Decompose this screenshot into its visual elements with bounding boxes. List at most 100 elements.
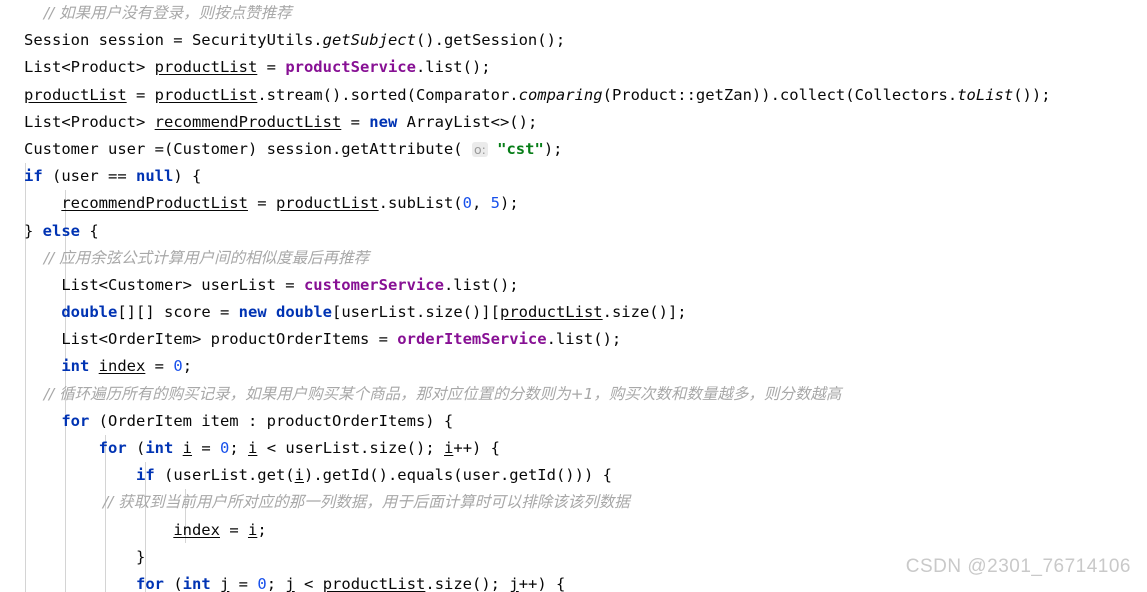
- code-line: if (userList.get(i).getId().equals(user.…: [0, 462, 1147, 489]
- keyword-token: double: [61, 303, 118, 322]
- local-var-token: i: [248, 439, 258, 457]
- keyword-token: new: [238, 303, 267, 322]
- code-line: productList = productList.stream().sorte…: [0, 82, 1147, 109]
- static-method-token: getSubject: [322, 31, 416, 50]
- keyword-token: for: [135, 574, 164, 592]
- code-token: Session session = SecurityUtils.: [24, 31, 323, 50]
- csdn-watermark: CSDN @2301_76714106: [905, 555, 1131, 577]
- code-token: ArrayList<>();: [397, 112, 538, 131]
- local-var-token: productList: [154, 58, 258, 77]
- local-var-token: productList: [275, 194, 379, 213]
- keyword-token: null: [136, 167, 174, 186]
- keyword-token: else: [42, 221, 80, 240]
- code-token: .stream().sorted(Comparator.: [257, 85, 519, 104]
- local-var-token: i: [444, 439, 454, 457]
- keyword-token: double: [276, 303, 332, 322]
- local-var-token: productList: [322, 574, 426, 592]
- static-method-token: comparing: [518, 85, 603, 104]
- comment-token: // 获取到当前用户所对应的那一列数据，用于后面计算时可以排除该该列数据: [24, 493, 630, 512]
- code-token: (OrderItem item : productOrderItems) {: [89, 411, 454, 430]
- keyword-token: for: [98, 439, 127, 457]
- keyword-token: if: [24, 167, 43, 186]
- code-token: =: [192, 439, 221, 457]
- code-token: (: [163, 574, 183, 592]
- code-token: (Product::getZan)).collect(Collectors.: [602, 85, 958, 104]
- keyword-token: int: [182, 574, 211, 592]
- local-var-token: recommendProductList: [154, 112, 342, 131]
- code-line: // 应用余弦公式计算用户间的相似度最后再推荐: [0, 245, 1147, 272]
- code-line: Session session = SecurityUtils.getSubje…: [0, 27, 1147, 54]
- number-token: 0: [173, 357, 183, 376]
- local-var-token: productList: [154, 85, 258, 104]
- number-token: 0: [257, 574, 267, 592]
- code-lines[interactable]: // 如果用户没有登录，则按点赞推荐 Session session = Sec…: [0, 0, 1147, 592]
- local-var-token: i: [247, 520, 258, 539]
- number-token: 0: [220, 439, 230, 457]
- code-editor-pane: // 如果用户没有登录，则按点赞推荐 Session session = Sec…: [0, 0, 1147, 592]
- local-var-token: index: [98, 357, 146, 376]
- code-token: .list();: [415, 58, 491, 77]
- code-token: List<Product>: [24, 58, 155, 77]
- comment-token: // 如果用户没有登录，则按点赞推荐: [24, 4, 292, 22]
- code-token: =: [145, 357, 174, 376]
- code-line: if (user == null) {: [0, 163, 1147, 190]
- comment-token: // 循环遍历所有的购买记录，如果用户购买某个商品，那对应位置的分数则为+1，购…: [24, 384, 842, 403]
- keyword-token: int: [145, 439, 174, 457]
- local-var-token: productList: [499, 303, 603, 322]
- code-line: List<Customer> userList = customerServic…: [0, 272, 1147, 299]
- code-line: // 获取到当前用户所对应的那一列数据，用于后面计算时可以排除该该列数据: [0, 489, 1147, 516]
- code-token: .list();: [443, 275, 519, 294]
- code-token: =: [257, 58, 286, 77]
- code-line: index = i;: [0, 517, 1147, 544]
- code-token: =: [229, 574, 258, 592]
- code-token: List<Product>: [24, 112, 155, 131]
- code-line: for (int i = 0; i < userList.size(); i++…: [0, 435, 1147, 462]
- code-token: =: [247, 194, 276, 213]
- code-token: <: [294, 574, 323, 592]
- local-var-token: i: [182, 439, 193, 457]
- code-token: .size();: [425, 574, 510, 592]
- code-line: } else {: [0, 218, 1147, 245]
- local-var-token: i: [294, 466, 304, 485]
- code-token: .size()];: [602, 303, 687, 322]
- static-method-token: toList: [957, 85, 1014, 104]
- keyword-token: for: [61, 411, 90, 430]
- code-token: ;: [266, 574, 286, 592]
- local-var-token: j: [285, 574, 295, 592]
- code-line: int index = 0;: [0, 353, 1147, 380]
- code-line: // 循环遍历所有的购买记录，如果用户购买某个商品，那对应位置的分数则为+1，购…: [0, 381, 1147, 408]
- number-token: 0: [462, 194, 472, 213]
- code-token: ());: [1013, 85, 1051, 104]
- local-var-token: index: [173, 520, 220, 539]
- comment-token: // 应用余弦公式计算用户间的相似度最后再推荐: [24, 248, 370, 267]
- code-token: ().getSession();: [415, 31, 566, 50]
- code-line: recommendProductList = productList.subLi…: [0, 190, 1147, 217]
- local-var-token: recommendProductList: [61, 194, 248, 213]
- keyword-token: int: [61, 357, 90, 376]
- code-token: .list();: [546, 330, 622, 349]
- code-token: =: [341, 112, 370, 131]
- code-token: =: [219, 520, 248, 539]
- code-token: [][] score =: [117, 303, 239, 322]
- code-token: {: [80, 221, 99, 240]
- inlay-hint-parameter[interactable]: o:: [471, 141, 488, 157]
- code-line: // 如果用户没有登录，则按点赞推荐: [0, 0, 1147, 27]
- local-var-token: j: [509, 574, 519, 592]
- code-token: (user ==: [42, 167, 136, 186]
- code-line: double[][] score = new double[userList.s…: [0, 299, 1147, 326]
- code-token: .subList(: [378, 194, 463, 213]
- code-token: ;: [257, 520, 267, 539]
- code-token: =: [126, 85, 155, 104]
- field-token: customerService: [303, 275, 444, 294]
- code-token: Customer user =(Customer) session.getAtt…: [24, 139, 472, 158]
- code-token: < userList.size();: [257, 439, 445, 457]
- code-token: }: [24, 221, 43, 240]
